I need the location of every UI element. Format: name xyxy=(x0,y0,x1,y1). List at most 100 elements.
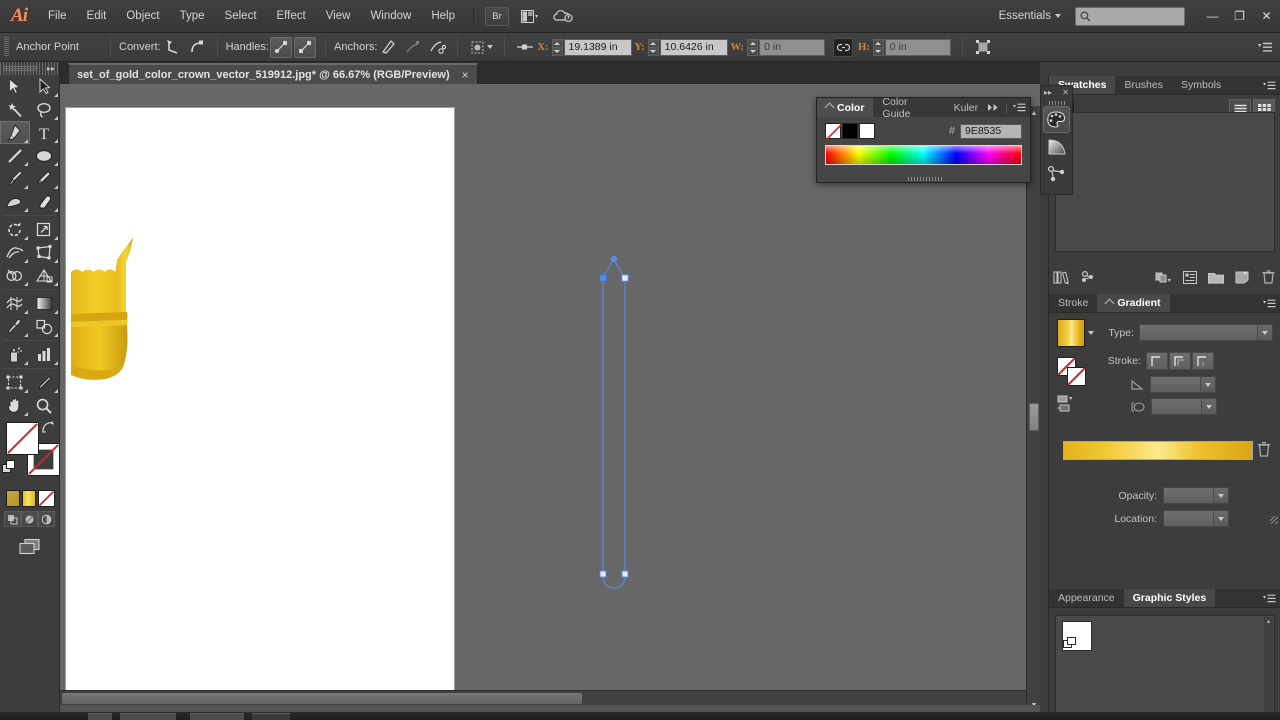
w-value[interactable]: 0 in xyxy=(759,39,825,56)
hide-handles-icon[interactable] xyxy=(294,37,316,58)
h-value[interactable]: 0 in xyxy=(885,39,951,56)
free-transform-tool[interactable] xyxy=(30,241,60,264)
panel-menu-icon[interactable] xyxy=(1013,103,1026,112)
screen-mode-icon[interactable] xyxy=(17,537,43,557)
w-stepper[interactable] xyxy=(747,39,758,56)
y-value[interactable]: 10.6426 in xyxy=(660,39,728,56)
zoom-tool[interactable] xyxy=(30,394,60,417)
collapsed-dock-grip[interactable] xyxy=(1041,99,1072,106)
tab-graphic-styles[interactable]: Graphic Styles xyxy=(1124,589,1216,607)
opacity-field[interactable] xyxy=(1163,487,1229,504)
gradient-angle-field[interactable] xyxy=(1150,376,1216,393)
color-panel-black-swatch[interactable] xyxy=(842,123,858,139)
stroke-outside-button[interactable] xyxy=(1192,352,1214,370)
symbol-sprayer-tool[interactable] xyxy=(0,343,30,366)
x-stepper[interactable] xyxy=(552,39,563,56)
graphic-styles-grid[interactable]: ▲ xyxy=(1055,615,1275,715)
h-stepper[interactable] xyxy=(873,39,884,56)
menu-file[interactable]: File xyxy=(38,0,77,33)
gradient-preset-chevron-icon[interactable] xyxy=(1088,331,1094,335)
align-to-icon[interactable] xyxy=(514,37,536,58)
document-tab[interactable]: set_of_gold_color_crown_vector_519912.jp… xyxy=(68,63,478,84)
scale-tool[interactable] xyxy=(30,218,60,241)
gradient-stroke-none-swatch[interactable] xyxy=(1057,357,1087,387)
canvas-horizontal-scrollbar[interactable] xyxy=(60,690,1026,705)
slice-tool[interactable] xyxy=(30,371,60,394)
gold-crown-vector-artwork[interactable] xyxy=(71,238,167,398)
mesh-tool[interactable] xyxy=(0,292,30,315)
close-icon[interactable]: ✕ xyxy=(1062,88,1069,97)
menu-effect[interactable]: Effect xyxy=(267,0,316,33)
bridge-button[interactable]: Br xyxy=(485,7,509,26)
control-bar-grip[interactable] xyxy=(4,37,9,57)
line-segment-tool[interactable] xyxy=(0,144,30,167)
new-color-group-icon[interactable] xyxy=(1151,267,1177,287)
magic-wand-tool[interactable] xyxy=(0,98,30,121)
stroke-centered-button[interactable] xyxy=(1169,352,1191,370)
width-field[interactable]: 0 in xyxy=(747,39,825,56)
menu-window[interactable]: Window xyxy=(360,0,421,33)
fill-swatch[interactable] xyxy=(6,422,39,455)
minimize-button[interactable]: — xyxy=(1199,5,1226,27)
artboard-tool[interactable] xyxy=(0,371,30,394)
paintbrush-tool[interactable] xyxy=(0,167,30,190)
lasso-tool[interactable] xyxy=(30,98,60,121)
panel-menu-icon[interactable] xyxy=(1263,589,1280,607)
menu-help[interactable]: Help xyxy=(421,0,465,33)
creative-cloud-icon[interactable] xyxy=(550,5,576,27)
panel-menu-icon[interactable] xyxy=(1263,294,1280,312)
swap-fill-stroke-icon[interactable] xyxy=(41,420,55,434)
panel-menu-icon[interactable] xyxy=(1258,42,1272,53)
default-fill-stroke-icon[interactable] xyxy=(2,460,16,474)
isolate-selected-icon[interactable] xyxy=(467,37,495,58)
gradient-tool[interactable] xyxy=(30,292,60,315)
menu-select[interactable]: Select xyxy=(215,0,267,33)
connect-anchors-icon[interactable] xyxy=(402,37,424,58)
gradient-panel-icon[interactable] xyxy=(1041,133,1072,160)
color-panel-white-swatch[interactable] xyxy=(859,123,875,139)
delete-swatch-icon[interactable] xyxy=(1255,267,1280,287)
swatch-options-icon[interactable] xyxy=(1177,267,1203,287)
menu-type[interactable]: Type xyxy=(170,0,215,33)
remove-anchor-icon[interactable] xyxy=(378,37,400,58)
canvas-vertical-scrollbar[interactable]: ▲ ▼ xyxy=(1026,106,1040,705)
eraser-tool[interactable] xyxy=(30,190,60,213)
pen-tool[interactable] xyxy=(0,121,30,144)
tab-appearance[interactable]: Appearance xyxy=(1049,589,1124,607)
graphic-styles-scrollbar[interactable]: ▲ xyxy=(1264,617,1273,715)
location-field[interactable] xyxy=(1163,510,1229,527)
swatches-grid[interactable] xyxy=(1055,112,1275,252)
ellipse-tool[interactable] xyxy=(30,144,60,167)
search-field[interactable] xyxy=(1075,7,1185,26)
color-panel-resize-grip[interactable] xyxy=(817,175,1032,182)
taskbar-item[interactable] xyxy=(120,713,176,720)
transform-icon[interactable] xyxy=(972,37,994,58)
default-graphic-style-thumbnail[interactable] xyxy=(1062,621,1092,651)
arrange-documents-icon[interactable] xyxy=(516,5,542,27)
menu-view[interactable]: View xyxy=(316,0,361,33)
close-document-icon[interactable]: × xyxy=(462,69,469,81)
expand-dock-icon[interactable]: ▸▸ xyxy=(1044,88,1052,97)
gradient-mode-button[interactable] xyxy=(22,490,36,507)
show-swatch-kinds-icon[interactable] xyxy=(1075,267,1101,287)
type-tool[interactable]: T xyxy=(30,121,60,144)
cut-path-icon[interactable] xyxy=(426,37,448,58)
color-panel-fill-swatch[interactable] xyxy=(825,123,841,139)
blob-brush-tool[interactable] xyxy=(0,190,30,213)
gradient-type-select[interactable] xyxy=(1139,324,1273,341)
color-mode-button[interactable] xyxy=(6,490,20,507)
swatch-libraries-icon[interactable] xyxy=(1049,267,1075,287)
toolbox-grip[interactable]: ▸▸ xyxy=(0,62,59,75)
tab-color[interactable]: Color xyxy=(817,98,873,117)
hand-tool[interactable] xyxy=(0,394,30,417)
new-swatch-icon[interactable] xyxy=(1229,267,1255,287)
x-value[interactable]: 19.1389 in xyxy=(564,39,632,56)
direct-selection-tool[interactable] xyxy=(30,75,60,98)
gradient-panel-resize-grip[interactable] xyxy=(1270,516,1278,524)
rotate-tool[interactable] xyxy=(0,218,30,241)
tab-symbols[interactable]: Symbols xyxy=(1172,76,1230,94)
draw-normal-button[interactable] xyxy=(4,511,21,527)
symbols-panel-icon[interactable] xyxy=(1041,160,1072,187)
blend-tool[interactable] xyxy=(30,315,60,338)
color-spectrum-ramp[interactable] xyxy=(825,145,1022,165)
